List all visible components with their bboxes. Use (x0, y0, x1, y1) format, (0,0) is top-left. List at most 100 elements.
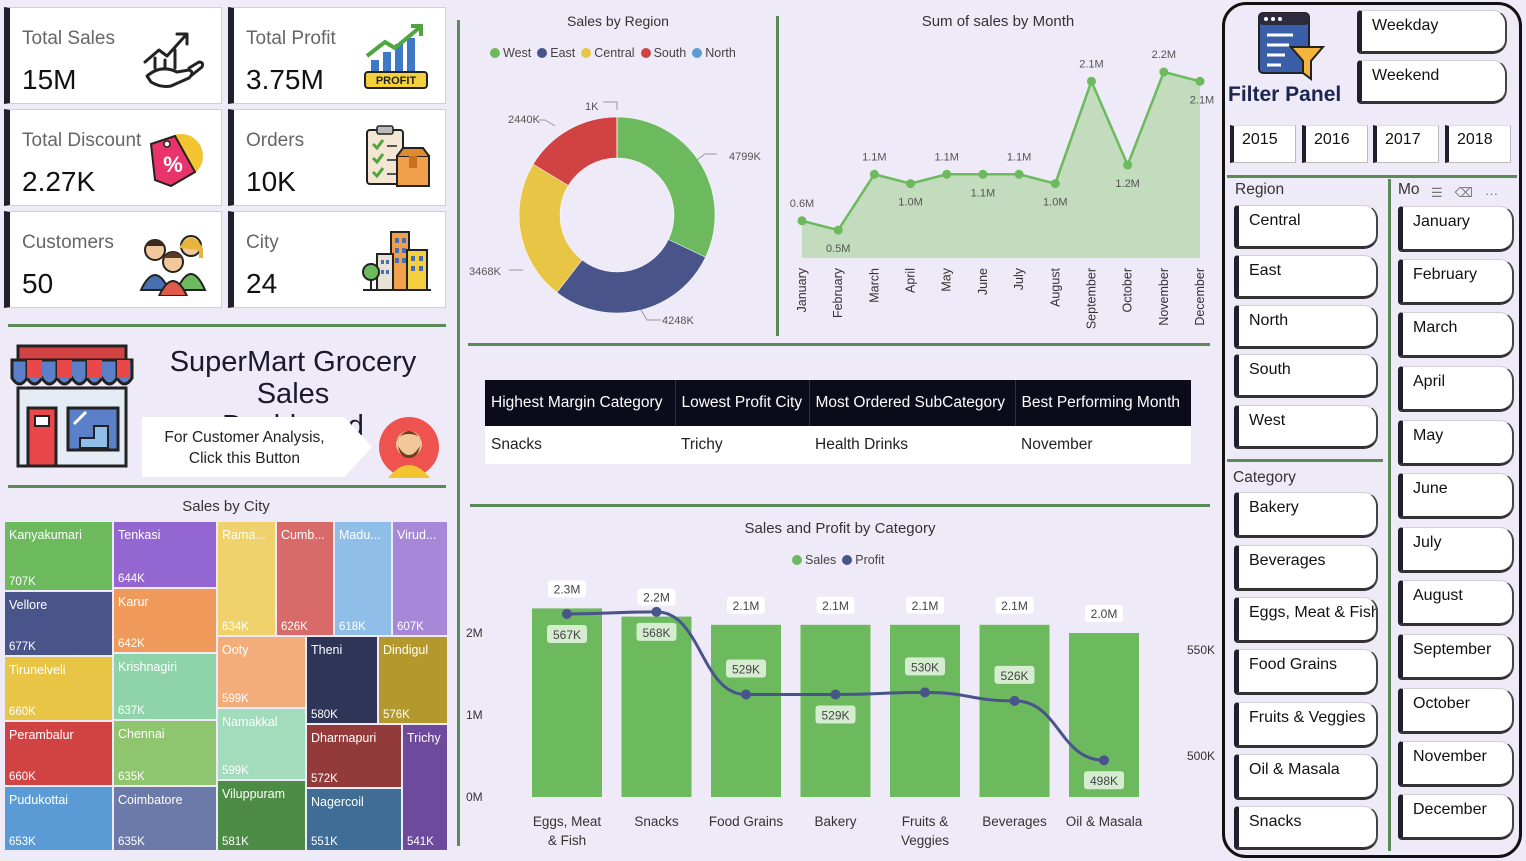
area-point[interactable] (942, 169, 952, 179)
slicer-year-2017[interactable]: 2017 (1373, 125, 1439, 163)
profit-point[interactable] (1099, 755, 1109, 766)
profit-value-label: 568K (642, 626, 670, 640)
profit-point[interactable] (830, 689, 841, 700)
legend-item-west[interactable]: West (490, 46, 531, 60)
donut-slice-west[interactable] (616, 116, 716, 258)
slicer-month-january[interactable]: January (1398, 206, 1514, 252)
profit-point[interactable] (920, 687, 930, 698)
legend-item-central[interactable]: Central (581, 46, 635, 60)
bar-sales[interactable] (621, 616, 692, 797)
slicer-region-north[interactable]: North (1234, 305, 1378, 349)
slicer-month-april[interactable]: April (1398, 366, 1514, 412)
slicer-month-december[interactable]: December (1398, 794, 1514, 840)
bar-sales[interactable] (979, 624, 1050, 797)
treemap-cell[interactable]: Ooty 599K (217, 636, 306, 708)
slicer-year-2018[interactable]: 2018 (1445, 125, 1511, 163)
bar-value-label: 2.3M (554, 582, 581, 596)
profit-point[interactable] (741, 689, 751, 700)
slicer-category-food-grains[interactable]: Food Grains (1234, 649, 1378, 695)
slicer-region-east[interactable]: East (1234, 255, 1378, 299)
kpi-label: Total Profit (246, 28, 336, 49)
area-point[interactable] (978, 169, 988, 179)
treemap-cell[interactable]: Namakkal 599K (217, 708, 306, 780)
x-axis-tick-label: July (1012, 267, 1026, 290)
area-point[interactable] (1123, 160, 1133, 170)
legend-item-south[interactable]: South (640, 46, 686, 60)
legend-item-sales[interactable]: Sales (792, 553, 836, 567)
slicer-month-august[interactable]: August (1398, 580, 1514, 626)
slicer-month-may[interactable]: May (1398, 420, 1514, 466)
treemap-cell-value: 653K (9, 836, 36, 848)
slicer-category-bakery[interactable]: Bakery (1234, 492, 1378, 538)
table-header: Highest Margin Category (485, 380, 676, 426)
slicer-region-south[interactable]: South (1234, 354, 1378, 398)
treemap-cell[interactable]: Trichy 541K (402, 724, 448, 851)
treemap-cell[interactable]: Tenkasi 644K (113, 521, 217, 588)
slicer-region-central[interactable]: Central (1234, 205, 1378, 249)
treemap-cell[interactable]: Virud... 607K (392, 521, 448, 636)
bar-value-label: 2.1M (912, 599, 939, 613)
customer-analysis-button[interactable]: For Customer Analysis, Click this Button (142, 417, 372, 477)
treemap-cell[interactable]: Karur 642K (113, 588, 217, 653)
slicer-month-july[interactable]: July (1398, 527, 1514, 573)
slicer-region-west[interactable]: West (1234, 405, 1378, 449)
treemap-cell[interactable]: Dindigul 576K (378, 636, 448, 724)
area-point[interactable] (869, 169, 879, 179)
treemap-cell[interactable]: Kanyakumari 707K (4, 521, 113, 591)
slicer-month-march[interactable]: March (1398, 312, 1514, 358)
profit-point[interactable] (1009, 695, 1020, 706)
treemap-cell[interactable]: Nagercoil 551K (306, 788, 402, 851)
area-point[interactable] (1195, 76, 1205, 86)
treemap-cell[interactable]: Chennai 635K (113, 720, 217, 786)
area-point[interactable] (833, 225, 843, 235)
area-point[interactable] (797, 216, 807, 226)
treemap-cell[interactable]: Pudukottai 653K (4, 786, 113, 851)
slicer-month-october[interactable]: October (1398, 688, 1514, 734)
profit-point[interactable] (562, 608, 572, 619)
slicer-category-beverages[interactable]: Beverages (1234, 545, 1378, 591)
slicer-month-june[interactable]: June (1398, 473, 1514, 519)
avatar[interactable] (378, 416, 440, 478)
area-point[interactable] (1050, 179, 1060, 189)
area-point[interactable] (1014, 169, 1024, 179)
eraser-icon[interactable]: ⌫ (1455, 185, 1473, 201)
profit-point[interactable] (651, 606, 662, 617)
slicer-year-2016[interactable]: 2016 (1302, 125, 1368, 163)
treemap-cell[interactable]: Dharmapuri 572K (306, 724, 402, 788)
treemap-cell[interactable]: Madu... 618K (334, 521, 392, 636)
slicer-category-oil-masala[interactable]: Oil & Masala (1234, 754, 1378, 800)
slicer-month-november[interactable]: November (1398, 741, 1514, 787)
treemap-cell[interactable]: Krishnagiri 637K (113, 653, 217, 720)
treemap-cell[interactable]: Perambalur 660K (4, 721, 113, 786)
filter-panel-title: Filter Panel (1228, 83, 1342, 106)
legend-item-north[interactable]: North (692, 46, 736, 60)
slicer-month-september[interactable]: September (1398, 634, 1514, 680)
slicer-month-february[interactable]: February (1398, 259, 1514, 305)
slicer-weekend[interactable]: Weekend (1357, 60, 1507, 104)
dashboard-title-line1: SuperMart Grocery Sales (169, 346, 417, 410)
more-options-icon[interactable]: ··· (1485, 186, 1498, 201)
slicer-category-snacks[interactable]: Snacks (1234, 806, 1378, 850)
slicer-weekday[interactable]: Weekday (1357, 10, 1507, 54)
area-point[interactable] (1086, 76, 1096, 86)
treemap-cell[interactable]: Coimbatore 635K (113, 786, 217, 851)
filter-icon[interactable]: ☰ (1431, 185, 1443, 201)
treemap-cell[interactable]: Vellore 677K (4, 591, 113, 656)
slicer-category-eggs-meat-fish[interactable]: Eggs, Meat & Fish (1234, 597, 1378, 643)
treemap-cell[interactable]: Cumb... 626K (276, 521, 334, 636)
treemap-cell[interactable]: Theni 580K (306, 636, 378, 724)
area-point[interactable] (906, 179, 916, 189)
treemap-cell-value: 599K (222, 693, 249, 705)
treemap-cell[interactable]: Tirunelveli 660K (4, 656, 113, 721)
bar-sales[interactable] (890, 624, 960, 797)
treemap-cell[interactable]: Viluppuram 581K (217, 780, 306, 851)
area-point[interactable] (1159, 67, 1169, 77)
donut-slice-east[interactable] (556, 239, 706, 314)
legend-item-profit[interactable]: Profit (842, 553, 884, 567)
slicer-year-2015[interactable]: 2015 (1230, 125, 1296, 163)
legend-item-east[interactable]: East (537, 46, 575, 60)
bar-sales[interactable] (711, 624, 781, 797)
treemap-cell[interactable]: Rama... 634K (217, 521, 276, 636)
slicer-category-fruits-veggies[interactable]: Fruits & Veggies (1234, 702, 1378, 748)
kpi-value: 15M (22, 64, 77, 95)
